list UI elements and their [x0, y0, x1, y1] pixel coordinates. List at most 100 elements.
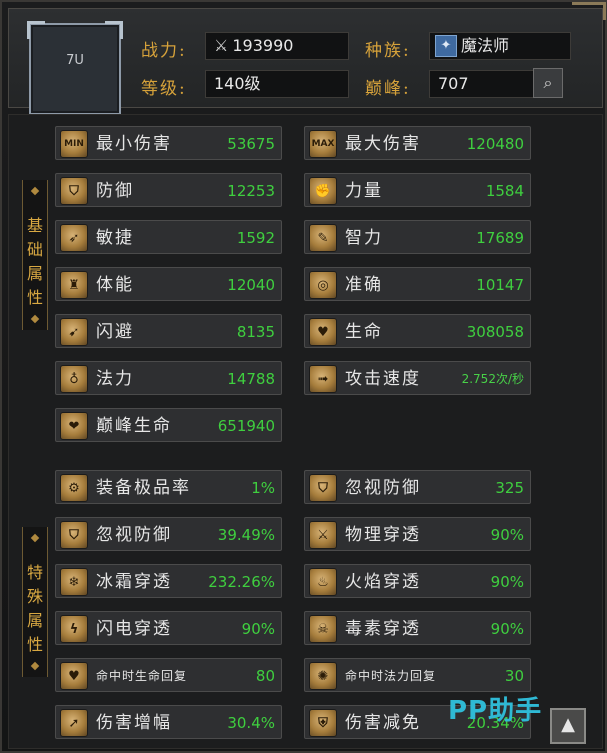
stat-name: 最大伤害 — [345, 134, 421, 154]
stat-name: 法力 — [96, 369, 134, 389]
section-tab-basic: 基础属性 — [22, 180, 48, 330]
stat-row[interactable]: ✊ 力量 1584 — [304, 173, 531, 207]
stat-row[interactable]: ⛉ 忽视防御 325 — [304, 470, 531, 504]
section-label-basic: 基础属性 — [26, 216, 43, 307]
armor-break-icon: ⛉ — [309, 474, 337, 502]
tab-ornament — [30, 661, 40, 671]
character-header: 7U 战力: ⚔ 193990 等级: 140级 种族: ✦ 魔法师 巅峰: 707 — [8, 8, 603, 115]
stat-row[interactable]: MAX 最大伤害 120480 — [304, 126, 531, 160]
heart-icon: ♥ — [309, 318, 337, 346]
stat-row[interactable]: ➚ 伤害增幅 30.4% — [55, 705, 282, 739]
stat-row[interactable]: ❤ 巅峰生命 651940 — [55, 408, 282, 442]
stat-value: 90% — [241, 620, 275, 638]
stat-row[interactable]: ✺ 命中时法力回复 30 — [304, 658, 531, 692]
crossed-swords-icon: ⚔ — [214, 36, 229, 55]
stat-name: 防御 — [96, 181, 134, 201]
stat-value: 1% — [251, 479, 275, 497]
stat-row[interactable]: ♁ 法力 14788 — [55, 361, 282, 395]
watermark-logo: PP助手 — [448, 696, 543, 726]
tab-ornament — [30, 186, 40, 196]
stat-value: 90% — [490, 526, 524, 544]
stat-name: 忽视防御 — [96, 525, 172, 545]
peak-heart-icon: ❤ — [60, 412, 88, 440]
race-field: ✦ 魔法师 — [429, 32, 571, 60]
stat-value: 8135 — [236, 323, 275, 341]
stat-value: 325 — [495, 479, 524, 497]
stat-value: 2.752次/秒 — [461, 372, 524, 386]
portrait-corner-ornament — [105, 21, 123, 39]
stat-value: 120480 — [466, 135, 524, 153]
stat-value: 10147 — [476, 276, 524, 294]
level-label: 等级: — [141, 79, 187, 99]
stat-name: 装备极品率 — [96, 478, 191, 498]
stat-row[interactable]: ♥ 命中时生命回复 80 — [55, 658, 282, 692]
frost-icon: ❄ — [60, 568, 88, 596]
fist-icon: ✊ — [309, 177, 337, 205]
physical-icon: ⚔ — [309, 521, 337, 549]
stat-name: 伤害减免 — [345, 713, 421, 733]
triangle-up-icon: ▲ — [561, 714, 575, 735]
stat-row[interactable]: ⚔ 物理穿透 90% — [304, 517, 531, 551]
search-button[interactable]: ⌕ — [533, 68, 563, 98]
target-icon: ◎ — [309, 271, 337, 299]
magnifier-icon: ⌕ — [543, 73, 553, 92]
dash-icon: ➶ — [60, 224, 88, 252]
stat-name: 命中时法力回复 — [345, 669, 437, 683]
stat-row[interactable]: ❄ 冰霜穿透 232.26% — [55, 564, 282, 598]
stat-row[interactable]: ◎ 准确 10147 — [304, 267, 531, 301]
body-icon: ♜ — [60, 271, 88, 299]
speed-icon: ➟ — [309, 365, 337, 393]
stat-row[interactable]: ♥ 生命 308058 — [304, 314, 531, 348]
stat-row[interactable]: ϟ 闪电穿透 90% — [55, 611, 282, 645]
damage-down-icon: ⛨ — [309, 709, 337, 737]
stat-value: 30 — [504, 667, 524, 685]
stat-value: 12040 — [227, 276, 275, 294]
poison-icon: ☠ — [309, 615, 337, 643]
stat-row[interactable]: ➶ 敏捷 1592 — [55, 220, 282, 254]
stat-row[interactable]: ⚙ 装备极品率 1% — [55, 470, 282, 504]
stat-row[interactable]: MIN 最小伤害 53675 — [55, 126, 282, 160]
portrait-label: 7U — [66, 53, 84, 68]
stat-row[interactable]: ✎ 智力 17689 — [304, 220, 531, 254]
power-label: 战力: — [141, 41, 187, 61]
stat-row[interactable]: ♨ 火焰穿透 90% — [304, 564, 531, 598]
stat-name: 敏捷 — [96, 228, 134, 248]
stat-value: 90% — [490, 620, 524, 638]
scroll-up-button[interactable]: ▲ — [550, 708, 586, 744]
stat-row[interactable]: ⛉ 防御 12253 — [55, 173, 282, 207]
stat-name: 命中时生命回复 — [96, 669, 188, 683]
lightning-icon: ϟ — [60, 615, 88, 643]
stat-value: 1592 — [236, 229, 275, 247]
stat-value: 651940 — [217, 417, 275, 435]
race-label: 种族: — [365, 41, 411, 61]
power-value: 193990 — [232, 36, 294, 55]
mana-regen-icon: ✺ — [309, 662, 337, 690]
stat-name: 冰霜穿透 — [96, 572, 172, 592]
stat-name: 巅峰生命 — [96, 416, 172, 436]
stat-name: 准确 — [345, 275, 383, 295]
stat-name: 体能 — [96, 275, 134, 295]
stat-value: 308058 — [466, 323, 524, 341]
brain-icon: ✎ — [309, 224, 337, 252]
stat-row[interactable]: ♜ 体能 12040 — [55, 267, 282, 301]
potion-icon: ♁ — [60, 365, 88, 393]
life-regen-icon: ♥ — [60, 662, 88, 690]
stat-row[interactable]: ➟ 攻击速度 2.752次/秒 — [304, 361, 531, 395]
peak-field: 707 — [429, 70, 535, 98]
power-field: ⚔ 193990 — [205, 32, 349, 60]
stat-name: 闪电穿透 — [96, 619, 172, 639]
section-label-special: 特殊属性 — [26, 563, 43, 654]
stat-name: 伤害增幅 — [96, 713, 172, 733]
stat-row[interactable]: ☠ 毒素穿透 90% — [304, 611, 531, 645]
stat-name: 火焰穿透 — [345, 572, 421, 592]
peak-label: 巅峰: — [365, 79, 411, 99]
level-field: 140级 — [205, 70, 349, 98]
max-icon: MAX — [309, 130, 337, 158]
character-portrait: 7U — [27, 21, 123, 115]
stat-row[interactable]: ➹ 闪避 8135 — [55, 314, 282, 348]
stat-row[interactable]: ⛉ 忽视防御 39.49% — [55, 517, 282, 551]
peak-value: 707 — [438, 74, 469, 93]
min-icon: MIN — [60, 130, 88, 158]
armor-break-icon: ⛉ — [60, 521, 88, 549]
attribute-window: 7U 战力: ⚔ 193990 等级: 140级 种族: ✦ 魔法师 巅峰: 707… — [0, 0, 607, 753]
